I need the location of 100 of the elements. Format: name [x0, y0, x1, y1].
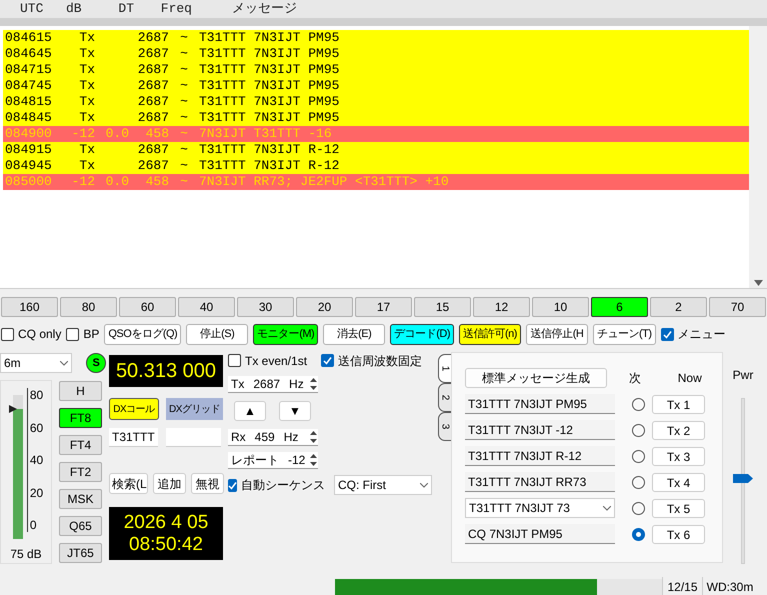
checkbox[interactable]: [1, 328, 14, 340]
control-button[interactable]: チューン(T): [593, 324, 656, 344]
table-cell-text: ~: [179, 125, 189, 144]
status-count: 12/15: [662, 577, 702, 595]
checkbox[interactable]: [228, 478, 237, 492]
message-dropdown[interactable]: T31TTT 7N3IJT 73: [465, 498, 615, 518]
tab[interactable]: 3: [438, 412, 452, 441]
band-button[interactable]: 2: [650, 297, 707, 317]
dx-call-field[interactable]: T31TTT: [109, 428, 158, 447]
band-dropdown[interactable]: 6m: [0, 353, 72, 373]
message-field[interactable]: T31TTT 7N3IJT RR73: [465, 472, 615, 492]
control-button[interactable]: 送信停止(H: [526, 324, 588, 344]
tab[interactable]: 1: [438, 354, 452, 383]
dx-grid-field[interactable]: [166, 428, 221, 447]
table-cell-text: 2687: [136, 109, 169, 128]
lookup-button[interactable]: 検索(L: [109, 473, 148, 494]
table-cell-text: 084645: [4, 45, 53, 64]
mode-button[interactable]: FT8: [59, 408, 102, 428]
radio-button[interactable]: [632, 502, 645, 514]
report-spinbox[interactable]: レポート -12: [228, 452, 318, 469]
control-button[interactable]: 送信許可(n): [459, 324, 521, 344]
table-cell-text: 084745: [4, 77, 53, 96]
tab[interactable]: 2: [438, 383, 452, 412]
message-text: CQ 7N3IJT PM95: [468, 526, 562, 542]
spin-unit: Hz: [284, 429, 298, 446]
message-field[interactable]: T31TTT 7N3IJT -12: [465, 420, 615, 440]
band-button[interactable]: 60: [119, 297, 176, 317]
band-button[interactable]: 30: [237, 297, 294, 317]
tx-button[interactable]: Tx 2: [652, 420, 705, 440]
table-cell-text: 084715: [4, 61, 53, 80]
lookup-button[interactable]: 無視: [191, 473, 224, 494]
decode-row[interactable]: 084715 Tx 2687 ~ T31TTT 7N3IJT PM95: [3, 62, 749, 78]
spin-unit: Hz: [289, 376, 304, 393]
mode-button[interactable]: FT4: [59, 435, 102, 455]
generate-messages-button[interactable]: 標準メッセージ生成: [465, 368, 608, 388]
table-cell-text: 7N3IJT T31TTT -16: [199, 125, 332, 144]
arrow-button[interactable]: ▲: [234, 401, 266, 421]
mode-button[interactable]: H: [59, 381, 102, 401]
band-button[interactable]: 17: [355, 297, 412, 317]
checkbox-label: 自動シーケンス: [241, 477, 325, 494]
checkbox[interactable]: [321, 354, 334, 367]
tx-button[interactable]: Tx 1: [652, 394, 705, 414]
message-field[interactable]: CQ 7N3IJT PM95: [465, 524, 615, 544]
checkbox-label: メニュー: [678, 326, 726, 343]
table-cell-text: ~: [179, 109, 189, 128]
table-cell-text: T31TTT 7N3IJT PM95: [199, 93, 340, 112]
lookup-button[interactable]: 追加: [153, 473, 186, 494]
message-field[interactable]: T31TTT 7N3IJT R-12: [465, 446, 615, 466]
control-button[interactable]: 消去(E): [323, 324, 386, 344]
band-button[interactable]: 15: [414, 297, 471, 317]
table-cell-text: -12: [70, 125, 95, 144]
band-button[interactable]: 12: [473, 297, 530, 317]
band-button[interactable]: 20: [296, 297, 353, 317]
radio-button[interactable]: [632, 398, 645, 410]
table-cell-text: ~: [179, 77, 189, 96]
slider-thumb[interactable]: [733, 474, 753, 484]
radio-button[interactable]: [632, 528, 645, 540]
mode-button[interactable]: MSK: [59, 489, 102, 509]
mode-button[interactable]: FT2: [59, 462, 102, 482]
decode-row[interactable]: 084945 Tx 2687 ~ T31TTT 7N3IJT R-12: [3, 158, 749, 174]
control-button[interactable]: モニター(M): [253, 324, 318, 344]
band-button[interactable]: 40: [178, 297, 235, 317]
mode-button[interactable]: Q65: [59, 516, 102, 536]
tx-button[interactable]: Tx 6: [652, 524, 705, 544]
arrow-button[interactable]: ▼: [279, 401, 311, 421]
radio-button[interactable]: [632, 424, 645, 436]
checkbox[interactable]: [660, 328, 674, 340]
control-button[interactable]: デコード(D): [390, 324, 454, 344]
mode-button[interactable]: JT65: [59, 543, 102, 563]
tx-frequency-spinbox[interactable]: Tx 2687 Hz: [228, 376, 318, 393]
checkbox[interactable]: [228, 354, 241, 367]
message-field[interactable]: T31TTT 7N3IJT PM95: [465, 394, 615, 414]
decode-row[interactable]: 084915 Tx 2687 ~ T31TTT 7N3IJT R-12: [3, 142, 749, 158]
power-slider[interactable]: [733, 396, 753, 566]
scrollbar[interactable]: [749, 26, 767, 288]
control-button[interactable]: QSOをログ(Q): [104, 324, 182, 344]
band-button[interactable]: 160: [1, 297, 58, 317]
band-button[interactable]: 10: [532, 297, 589, 317]
checkbox[interactable]: [66, 328, 80, 340]
radio-button[interactable]: [632, 450, 645, 462]
cq-dropdown[interactable]: CQ: First: [334, 475, 432, 495]
table-cell-text: 2687: [136, 93, 169, 112]
band-button[interactable]: 80: [60, 297, 117, 317]
tx-button[interactable]: Tx 3: [652, 446, 705, 466]
band-button[interactable]: 70: [709, 297, 766, 317]
decode-row[interactable]: 084645 Tx 2687 ~ T31TTT 7N3IJT PM95: [3, 46, 749, 62]
rx-frequency-spinbox[interactable]: Rx 459 Hz: [228, 429, 318, 446]
table-cell-text: Tx: [78, 29, 95, 48]
decode-row[interactable]: 084745 Tx 2687 ~ T31TTT 7N3IJT PM95: [3, 78, 749, 94]
message-text: T31TTT 7N3IJT PM95: [468, 396, 587, 412]
control-button[interactable]: 停止(S): [186, 324, 248, 344]
radio-button[interactable]: [632, 476, 645, 488]
spin-value: 2687: [253, 376, 280, 393]
tx-button[interactable]: Tx 5: [652, 498, 705, 518]
band-button[interactable]: 6: [591, 297, 648, 317]
tx-button[interactable]: Tx 4: [652, 472, 705, 492]
table-cell-text: 084815: [4, 93, 53, 112]
decode-row[interactable]: 084845 Tx 2687 ~ T31TTT 7N3IJT PM95: [3, 110, 749, 126]
decode-row[interactable]: 084615 Tx 2687 ~ T31TTT 7N3IJT PM95: [3, 30, 749, 46]
decode-row[interactable]: 084815 Tx 2687 ~ T31TTT 7N3IJT PM95: [3, 94, 749, 110]
